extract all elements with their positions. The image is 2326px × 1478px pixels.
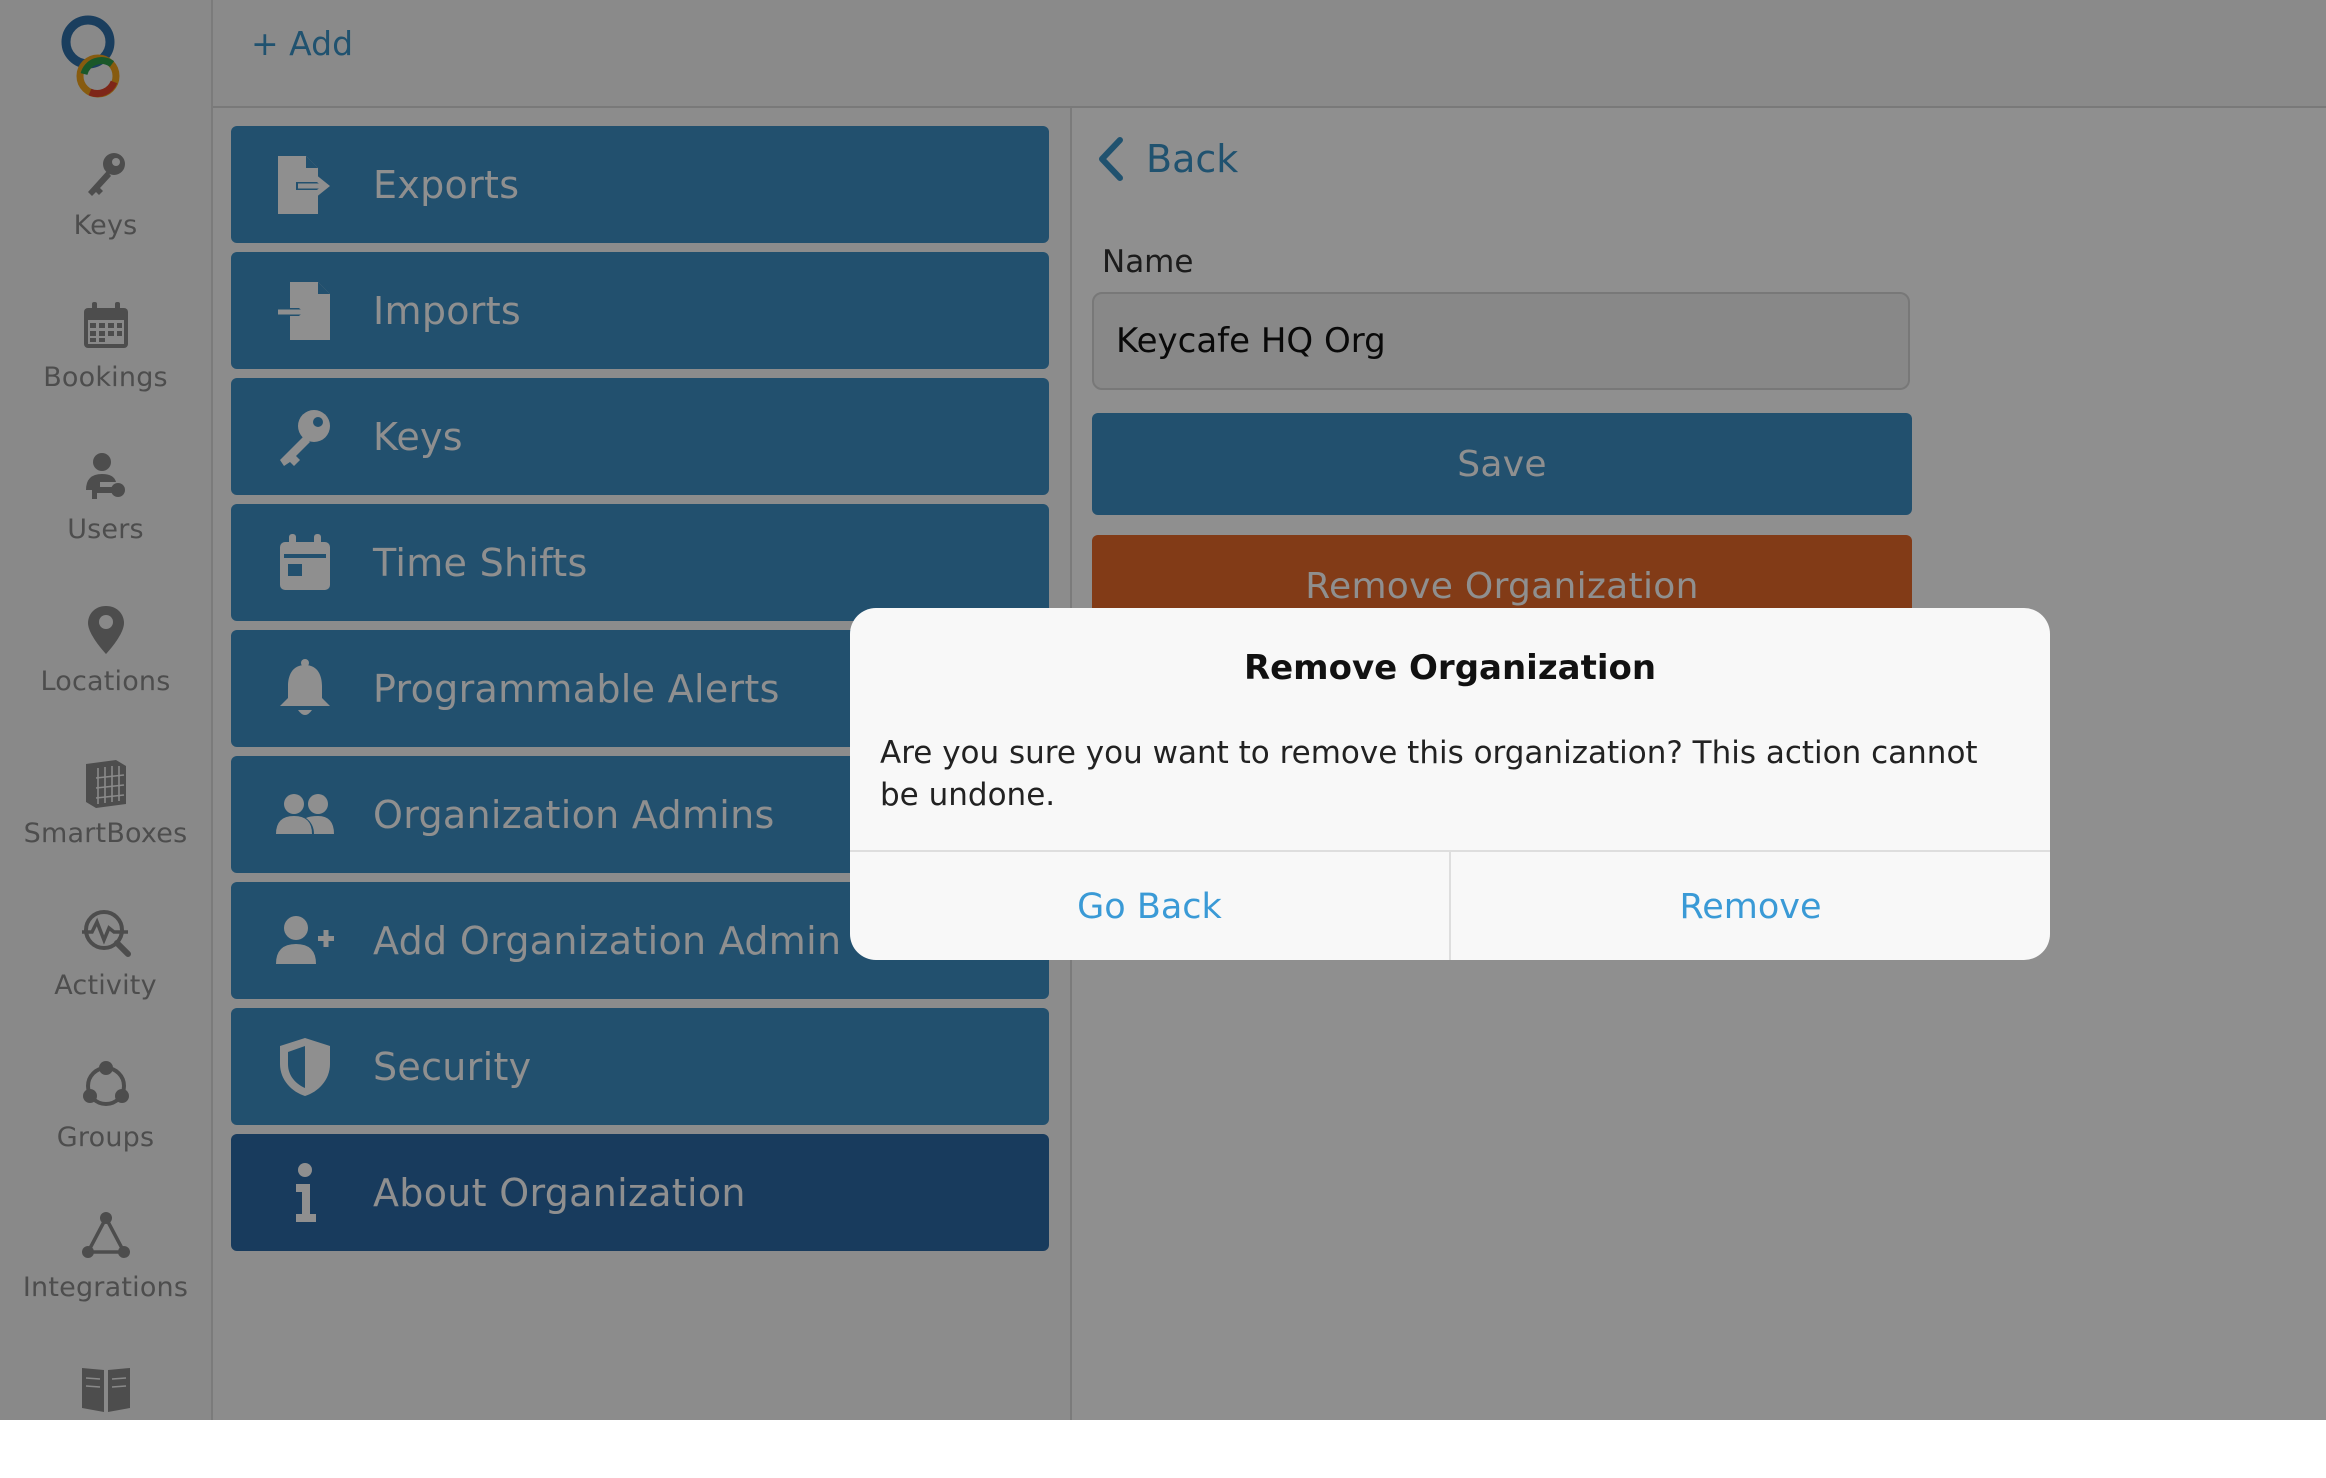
confirm-remove-button[interactable]: Remove (1451, 852, 2050, 960)
dialog-actions: Go Back Remove (850, 850, 2050, 960)
go-back-button[interactable]: Go Back (850, 852, 1451, 960)
confirm-dialog: Remove Organization Are you sure you wan… (850, 608, 2050, 960)
dialog-title: Remove Organization (1243, 648, 1657, 688)
dialog-message: Are you sure you want to remove this org… (880, 735, 1978, 813)
